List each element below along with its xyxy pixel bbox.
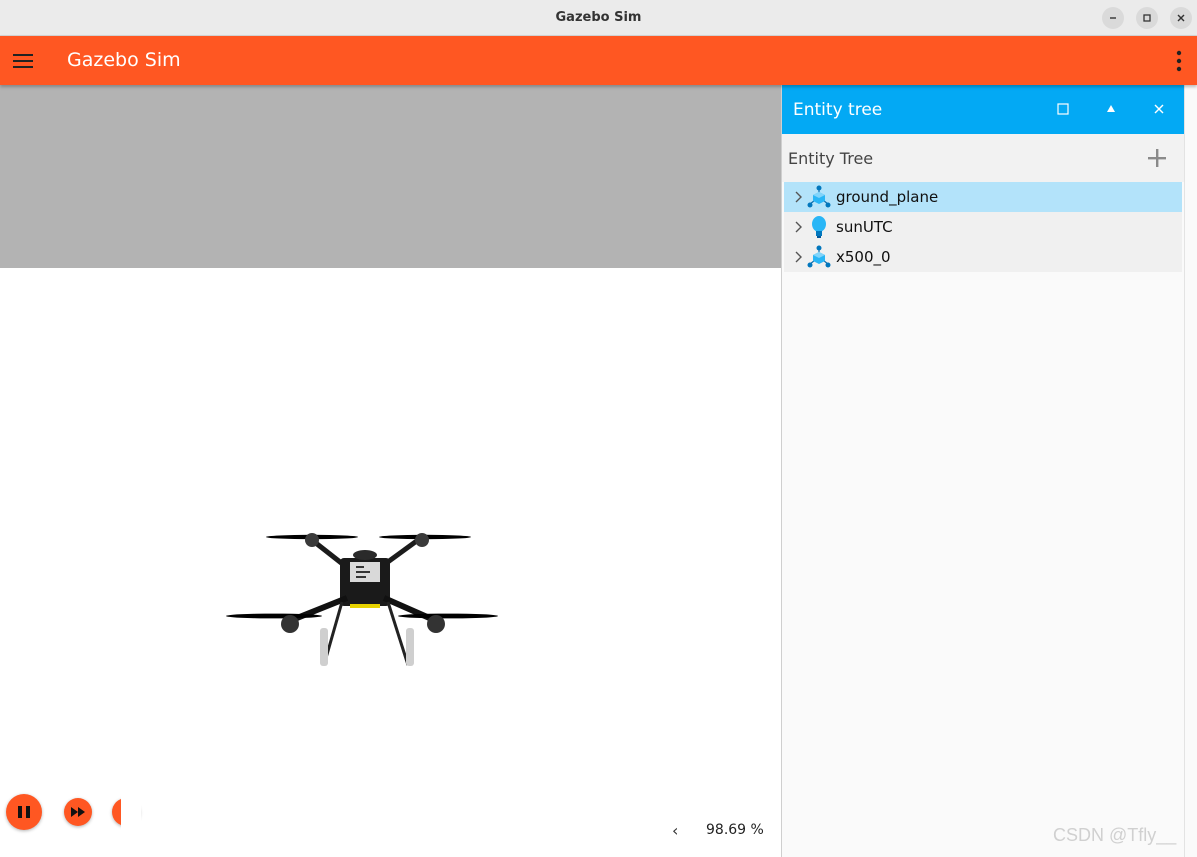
more-options-icon[interactable]: [1175, 49, 1183, 73]
entity-tree-header: Entity tree: [782, 85, 1184, 134]
window-titlebar: Gazebo Sim: [0, 0, 1197, 36]
panel-title: Entity tree: [793, 100, 883, 120]
plus-icon[interactable]: [1146, 147, 1168, 169]
close-icon: [1154, 104, 1164, 114]
tree-item-ground-plane[interactable]: ground_plane: [784, 182, 1182, 212]
model-icon: [807, 245, 831, 268]
chevron-right-icon[interactable]: [793, 190, 803, 204]
entity-tree-title: Entity Tree: [788, 149, 874, 168]
window-title: Gazebo Sim: [555, 10, 642, 25]
sky-background: [0, 85, 781, 268]
overlay-edge: [121, 782, 141, 857]
panel-scroll-edge: [1184, 85, 1197, 857]
minimize-icon: [1110, 17, 1116, 19]
fast-forward-icon: [71, 807, 85, 817]
app-title: Gazebo Sim: [67, 49, 181, 71]
drone-model[interactable]: [222, 510, 504, 670]
bottom-overlay: [121, 782, 781, 857]
close-panel-button[interactable]: [1149, 99, 1169, 119]
collapse-panel-button[interactable]: [1101, 99, 1121, 119]
play-pause-button[interactable]: [6, 794, 42, 830]
tree-item-label: x500_0: [836, 248, 891, 266]
pause-icon: [18, 806, 30, 818]
maximize-icon: [1143, 14, 1151, 22]
light-bulb-icon: [812, 216, 826, 238]
app-bar: Gazebo Sim: [0, 36, 1197, 85]
entity-tree-toolbar: Entity Tree: [782, 134, 1184, 182]
tree-item-label: ground_plane: [836, 188, 939, 206]
watermark: CSDN @Tfly__: [1053, 825, 1177, 845]
tree-item-sunutc[interactable]: sunUTC: [784, 212, 1182, 242]
chevron-right-icon[interactable]: [793, 220, 803, 234]
step-button[interactable]: [64, 798, 92, 826]
triangle-up-icon: [1107, 105, 1115, 112]
square-icon: [1057, 103, 1069, 115]
entity-tree-panel: Entity tree Entity Tree ground_plane sun…: [781, 85, 1197, 857]
float-panel-button[interactable]: [1053, 99, 1073, 119]
menu-icon[interactable]: [11, 49, 35, 73]
chevron-right-icon[interactable]: [793, 250, 803, 264]
collapse-stats-button[interactable]: ‹: [672, 821, 678, 840]
close-window-button[interactable]: [1170, 7, 1192, 29]
scene-3d-view[interactable]: ‹ 98.69 %: [0, 85, 781, 857]
tree-item-x500-0[interactable]: x500_0: [784, 242, 1182, 272]
minimize-button[interactable]: [1102, 7, 1124, 29]
close-icon: [1177, 14, 1185, 22]
tree-item-label: sunUTC: [836, 218, 893, 236]
model-icon: [807, 185, 831, 208]
entity-tree-list: ground_plane sunUTC x500_0: [784, 182, 1182, 272]
maximize-button[interactable]: [1136, 7, 1158, 29]
real-time-factor: 98.69 %: [706, 822, 764, 838]
